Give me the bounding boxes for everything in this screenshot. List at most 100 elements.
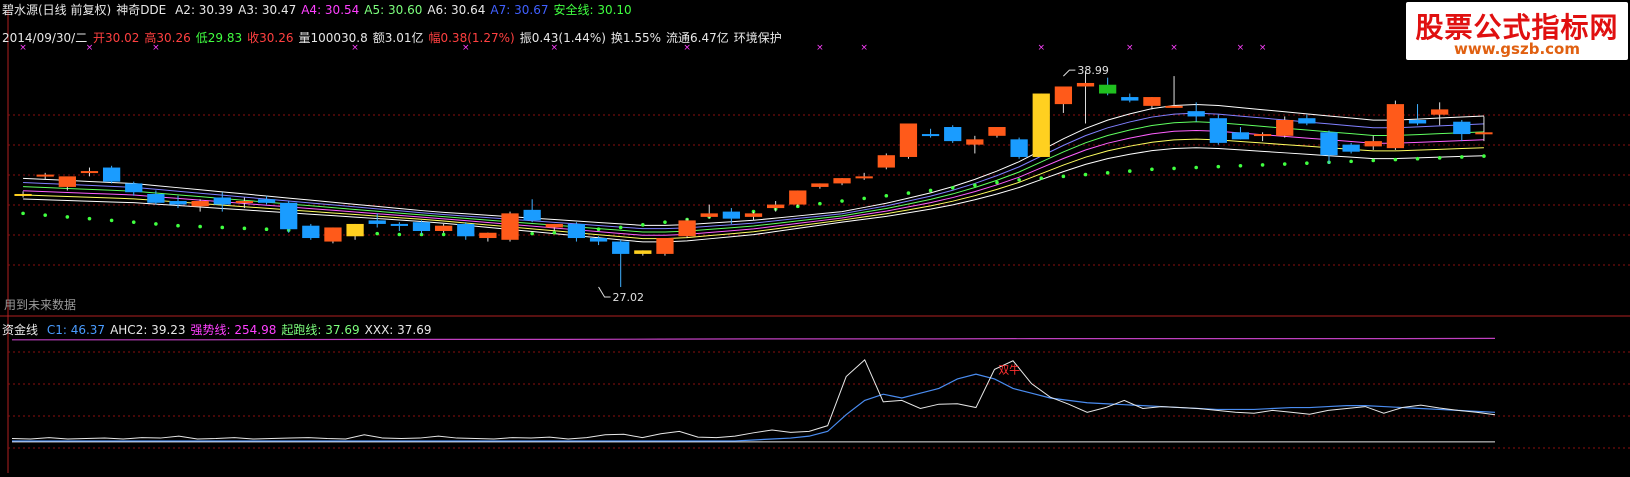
safety-dot-5 <box>131 220 136 224</box>
info-row: 2014/09/30/二 开30.02 高30.26 低29.83 收30.26 量10… <box>2 30 792 46</box>
safety-dot-38 <box>862 196 866 201</box>
candle-body-10 <box>235 201 254 204</box>
annotation-label-1: 27.02 <box>613 291 645 304</box>
candle-body-37 <box>833 178 851 184</box>
safety-dot-42 <box>950 186 955 190</box>
candle-body-56 <box>1253 134 1272 137</box>
info-value-0: 开30.02 <box>93 31 140 45</box>
candle-body-51 <box>1143 97 1161 106</box>
safety-dot-55 <box>1238 163 1243 168</box>
candle-body-49 <box>1099 84 1117 94</box>
candle-body-55 <box>1231 132 1250 140</box>
safety-dot-2 <box>65 215 70 219</box>
safety-dot-58 <box>1305 161 1309 165</box>
candle-body-29 <box>656 238 674 254</box>
safety-dot-19 <box>441 232 446 237</box>
title-value-2: A4: 30.54 <box>301 3 360 17</box>
candle-body-50 <box>1121 97 1139 101</box>
safety-dot-41 <box>928 188 933 193</box>
info-value-5: 额3.01亿 <box>372 31 424 45</box>
candle-body-16 <box>368 220 386 224</box>
candle-body-61 <box>1364 141 1382 147</box>
safety-dot-11 <box>264 227 269 232</box>
brand-url: www.gszb.com <box>1454 40 1580 58</box>
candle-body-36 <box>811 183 829 187</box>
safety-dot-47 <box>1061 174 1066 179</box>
candle-body-18 <box>412 222 431 231</box>
ma-line-0 <box>23 147 1484 243</box>
safety-dot-37 <box>840 199 844 203</box>
candle-body-6 <box>147 193 165 203</box>
info-value-1: 高30.26 <box>144 31 191 45</box>
candle-body-65 <box>1453 121 1471 135</box>
candle-body-60 <box>1342 144 1360 152</box>
signal-cross-7: × <box>816 43 824 53</box>
safety-dot-9 <box>220 225 225 230</box>
safety-dot-57 <box>1282 162 1287 166</box>
title-value-5: A7: 30.67 <box>490 3 549 17</box>
safety-dot-39 <box>884 193 889 198</box>
candle-body-45 <box>1010 139 1028 157</box>
chart-canvas[interactable]: × × × × × × × × × × × × × ×38.9927.02双牛 <box>0 0 1630 473</box>
candle-body-0 <box>14 193 32 196</box>
safety-dot-1 <box>43 213 48 217</box>
indicator-panel-name: 资金线 <box>2 323 39 337</box>
safety-dot-63 <box>1415 156 1420 161</box>
bar-date: 2014/09/30/二 <box>2 31 88 45</box>
safety-dot-66 <box>1482 154 1486 158</box>
signal-cross-12: × <box>1237 43 1245 53</box>
candle-body-43 <box>966 139 984 145</box>
candle-body-41 <box>921 134 940 137</box>
signal-cross-9: × <box>1037 43 1045 53</box>
candle-body-5 <box>125 183 143 193</box>
candle-body-21 <box>479 232 497 239</box>
safety-dot-24 <box>552 230 557 235</box>
candle-body-59 <box>1320 132 1338 156</box>
candle-body-27 <box>612 241 630 254</box>
candle-body-3 <box>80 171 99 174</box>
indicator-value-1: AHC2: 39.23 <box>110 323 186 337</box>
safety-dot-28 <box>641 223 645 227</box>
candle-body-46 <box>1032 93 1050 157</box>
candle-body-62 <box>1386 104 1405 149</box>
info-value-6: 幅0.38(1.27%) <box>428 31 515 45</box>
candle-body-11 <box>257 199 276 203</box>
title-value-4: A6: 30.64 <box>427 3 486 17</box>
info-value-4: 量100030.8 <box>298 31 368 45</box>
candle-body-58 <box>1298 118 1316 124</box>
safety-dot-0 <box>21 211 25 216</box>
safety-dot-36 <box>818 201 822 206</box>
safety-dot-44 <box>995 180 999 185</box>
candle-body-2 <box>58 176 76 187</box>
safety-dot-52 <box>1172 166 1176 171</box>
candle-body-1 <box>36 174 54 177</box>
candle-body-19 <box>434 225 453 231</box>
safety-dot-17 <box>397 232 402 237</box>
info-value-8: 换1.55% <box>610 31 662 45</box>
candle-body-9 <box>213 197 231 205</box>
candle-body-33 <box>744 213 763 217</box>
safety-dot-6 <box>154 222 158 226</box>
indicator-row: 资金线 C1: 46.37 AHC2: 39.23 强势线: 254.98 起跑线: … <box>2 322 442 338</box>
title-value-6: 安全线: 30.10 <box>553 3 632 17</box>
indicator-value-0: C1: 46.37 <box>46 323 106 337</box>
strong-line <box>12 337 1496 341</box>
safety-dot-43 <box>973 183 977 187</box>
candle-body-34 <box>767 204 785 209</box>
indicator-value-2: 强势线: 254.98 <box>190 323 277 337</box>
safety-dot-16 <box>375 231 380 236</box>
safety-dot-49 <box>1105 171 1110 175</box>
safety-dot-4 <box>109 218 114 223</box>
safety-dot-54 <box>1216 164 1221 169</box>
safety-dot-27 <box>618 225 623 230</box>
candle-body-54 <box>1209 118 1227 143</box>
candle-body-28 <box>634 250 652 254</box>
candle-body-30 <box>678 220 696 237</box>
candle-body-13 <box>302 225 320 239</box>
info-value-9: 流通6.47亿 <box>666 31 729 45</box>
safety-dot-29 <box>663 220 667 224</box>
ma-line-1 <box>23 138 1484 240</box>
safety-dot-62 <box>1393 157 1398 162</box>
brand-watermark: 股票公式指标网 www.gszb.com <box>1406 2 1628 60</box>
candle-body-4 <box>102 167 121 182</box>
